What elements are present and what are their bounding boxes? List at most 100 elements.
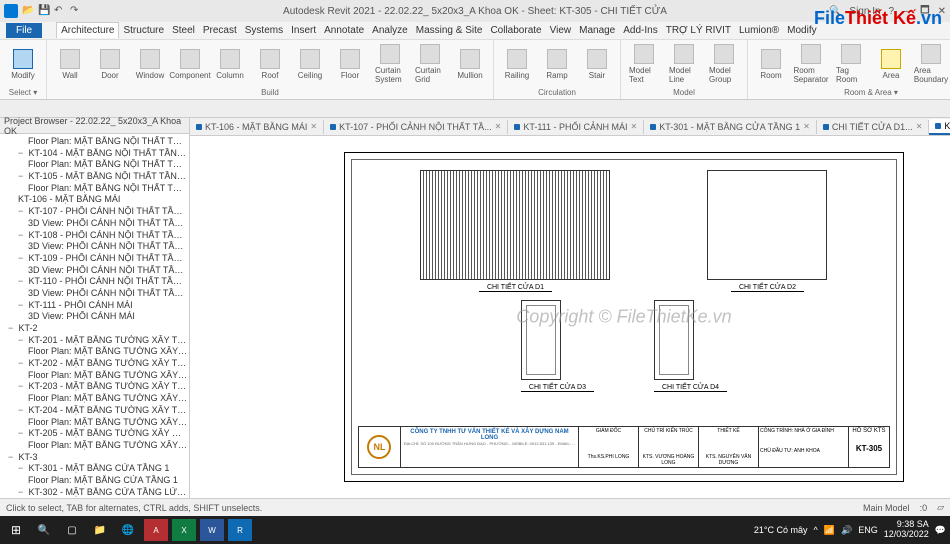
tree-node[interactable]: − KT-201 - MẶT BẰNG TƯỜNG XÂY TẦNG 1 xyxy=(2,335,187,347)
model-line-button[interactable]: Model Line xyxy=(665,42,703,86)
drawing-canvas[interactable]: CHI TIẾT CỬA D1 CHI TIẾT CỬA D2 CHI TIẾT… xyxy=(190,136,950,498)
ceiling-button[interactable]: Ceiling xyxy=(291,47,329,82)
close-tab-icon[interactable]: ✕ xyxy=(631,122,638,131)
file-menu[interactable]: File xyxy=(6,23,42,38)
view-tab[interactable]: KT-106 - MẶT BẰNG MÁI✕ xyxy=(190,120,324,134)
close-tab-icon[interactable]: ✕ xyxy=(803,122,810,131)
tag-room-button[interactable]: Tag Room xyxy=(832,42,870,86)
autocad-icon[interactable]: A xyxy=(144,519,168,541)
tree-node[interactable]: Floor Plan: MẶT BẰNG TƯỜNG XÂY MÁI xyxy=(2,440,187,452)
tree-node[interactable]: − KT-3 xyxy=(2,452,187,464)
model-text-button[interactable]: Model Text xyxy=(625,42,663,86)
tree-node[interactable]: − KT-2 xyxy=(2,323,187,335)
tree-node[interactable]: Floor Plan: MẶT BẰNG NỘI THẤT TẦNG 2 xyxy=(2,136,187,148)
roof-button[interactable]: Roof xyxy=(251,47,289,82)
tree-node[interactable]: − KT-105 - MẶT BẰNG NỘI THẤT TẦNG 3 xyxy=(2,171,187,183)
tree-node[interactable]: − KT-107 - PHỐI CẢNH NỘI THẤT TẦNG 1 xyxy=(2,206,187,218)
tree-node[interactable]: Floor Plan: MẶT BẰNG CỬA TẦNG 1 xyxy=(2,475,187,487)
tree-node[interactable]: Floor Plan: MẶT BẰNG TƯỜNG XÂY TẦNG 3 xyxy=(2,417,187,429)
mullion-button[interactable]: Mullion xyxy=(451,47,489,82)
view-tab[interactable]: CHI TIẾT CỬA D1...✕ xyxy=(817,120,930,134)
area-bound-button[interactable]: Area Boundary xyxy=(912,42,950,86)
sheet-number: KT-305 xyxy=(850,444,888,453)
explorer-icon[interactable]: 📁 xyxy=(88,519,112,541)
revit-taskbar-icon[interactable]: R xyxy=(228,519,252,541)
qat-redo-icon[interactable]: ↷ xyxy=(70,5,82,17)
area-button[interactable]: Area xyxy=(872,47,910,82)
ribbon-tab-view[interactable]: View xyxy=(546,23,576,38)
tree-node[interactable]: − KT-108 - PHỐI CẢNH NỘI THẤT TẦNG LỬNG xyxy=(2,230,187,242)
ribbon-tab-analyze[interactable]: Analyze xyxy=(368,23,412,38)
ribbon-tab-insert[interactable]: Insert xyxy=(287,23,320,38)
tree-node[interactable]: KT-106 - MẶT BẰNG MÁI xyxy=(2,194,187,206)
tree-node[interactable]: Floor Plan: MẶT BẰNG TƯỜNG XÂY TẦNG LỬNG xyxy=(2,370,187,382)
room-sep-button[interactable]: Room Separator xyxy=(792,42,830,86)
view-tab[interactable]: KT-301 - MẶT BẰNG CỬA TẦNG 1✕ xyxy=(644,120,817,134)
view-tab[interactable]: KT-107 - PHỐI CẢNH NỘI THẤT TẦ...✕ xyxy=(324,120,508,134)
curtain-system-button[interactable]: Curtain System xyxy=(371,42,409,86)
tree-node[interactable]: 3D View: PHỐI CẢNH NỘI THẤT TẦNG LỬNG xyxy=(2,241,187,253)
view-tab[interactable]: KT-305 - CHI TIẾT CỬA✕ xyxy=(929,119,950,135)
ribbon-tab-systems[interactable]: Systems xyxy=(241,23,287,38)
curtain-grid-button[interactable]: Curtain Grid xyxy=(411,42,449,86)
ramp-button[interactable]: Ramp xyxy=(538,47,576,82)
tree-node[interactable]: 3D View: PHỐI CẢNH NỘI THẤT TẦNG 2 xyxy=(2,265,187,277)
modify-button[interactable]: Modify xyxy=(4,47,42,82)
close-tab-icon[interactable]: ✕ xyxy=(495,122,502,131)
chrome-icon[interactable]: 🌐 xyxy=(116,519,140,541)
ribbon-tab-architecture[interactable]: Architecture xyxy=(56,22,119,38)
tree-node[interactable]: − KT-109 - PHỐI CẢNH NỘI THẤT TẦNG 2 xyxy=(2,253,187,265)
filter-icon[interactable]: ▱ xyxy=(937,502,944,513)
close-tab-icon[interactable]: ✕ xyxy=(310,122,317,131)
tree-node[interactable]: 3D View: PHỐI CẢNH MÁI xyxy=(2,311,187,323)
ribbon-tab-precast[interactable]: Precast xyxy=(199,23,241,38)
component-button[interactable]: Component xyxy=(171,47,209,82)
ribbon-tab-lumion-[interactable]: Lumion® xyxy=(735,23,783,38)
tree-node[interactable]: − KT-202 - MẶT BẰNG TƯỜNG XÂY TẦNG LỬNG xyxy=(2,358,187,370)
qat-save-icon[interactable]: 💾 xyxy=(38,5,50,17)
word-icon[interactable]: W xyxy=(200,519,224,541)
qat-undo-icon[interactable]: ↶ xyxy=(54,5,66,17)
ribbon-tab-structure[interactable]: Structure xyxy=(119,23,168,38)
column-button[interactable]: Column xyxy=(211,47,249,82)
tree-node[interactable]: 3D View: PHỐI CẢNH NỘI THẤT TẦNG 3 xyxy=(2,288,187,300)
tree-node[interactable]: − KT-111 - PHỐI CẢNH MÁI xyxy=(2,300,187,312)
stair-button[interactable]: Stair xyxy=(578,47,616,82)
window-button[interactable]: Window xyxy=(131,47,169,82)
ribbon-tab-collaborate[interactable]: Collaborate xyxy=(486,23,545,38)
tree-node[interactable]: Floor Plan: MẶT BẰNG TƯỜNG XÂY TẦNG 1 xyxy=(2,346,187,358)
ribbon-tab-annotate[interactable]: Annotate xyxy=(320,23,368,38)
close-tab-icon[interactable]: ✕ xyxy=(916,122,923,131)
start-button[interactable]: ⊞ xyxy=(4,519,28,541)
taskview-icon[interactable]: ▢ xyxy=(60,519,84,541)
model-group-button[interactable]: Model Group xyxy=(705,42,743,86)
clock-date[interactable]: 12/03/2022 xyxy=(884,530,929,540)
tree-node[interactable]: − KT-110 - PHỐI CẢNH NỘI THẤT TẦNG 3 xyxy=(2,276,187,288)
project-browser-tree[interactable]: Floor Plan: MẶT BẰNG NỘI THẤT TẦNG 2− KT… xyxy=(0,134,189,498)
railing-button[interactable]: Railing xyxy=(498,47,536,82)
tree-node[interactable]: Floor Plan: MẶT BẰNG NỘI THẤT TẦNG 3 xyxy=(2,183,187,195)
tree-node[interactable]: − KT-302 - MẶT BẰNG CỬA TẦNG LỬNG xyxy=(2,487,187,498)
ribbon-tab-massing-site[interactable]: Massing & Site xyxy=(412,23,487,38)
tree-node[interactable]: − KT-203 - MẶT BẰNG TƯỜNG XÂY TẦNG 2 xyxy=(2,381,187,393)
door-button[interactable]: Door xyxy=(91,47,129,82)
workset-label[interactable]: Main Model xyxy=(863,503,910,513)
ribbon-tab-steel[interactable]: Steel xyxy=(168,23,199,38)
tree-node[interactable]: − KT-104 - MẶT BẰNG NỘI THẤT TẦNG LỬNG xyxy=(2,148,187,160)
room-button[interactable]: Room xyxy=(752,47,790,82)
excel-icon[interactable]: X xyxy=(172,519,196,541)
tree-node[interactable]: − KT-204 - MẶT BẰNG TƯỜNG XÂY TẦNG 3 xyxy=(2,405,187,417)
tree-node[interactable]: − KT-205 - MẶT BẰNG TƯỜNG XÂY MÁI xyxy=(2,428,187,440)
view-tab[interactable]: KT-111 - PHỐI CẢNH MÁI✕ xyxy=(508,120,644,134)
tree-node[interactable]: Floor Plan: MẶT BẰNG NỘI THẤT TẦNG LỬNG xyxy=(2,159,187,171)
tree-node[interactable]: − KT-301 - MẶT BẰNG CỬA TẦNG 1 xyxy=(2,463,187,475)
tree-node[interactable]: 3D View: PHỐI CẢNH NỘI THẤT TẦNG 1 xyxy=(2,218,187,230)
wall-button[interactable]: Wall xyxy=(51,47,89,82)
ribbon-tab-add-ins[interactable]: Add-Ins xyxy=(619,23,661,38)
ribbon-tab-tr-l-rivit[interactable]: TRỢ LÝ RIVIT xyxy=(662,23,735,38)
qat-open-icon[interactable]: 📂 xyxy=(22,5,34,17)
tree-node[interactable]: Floor Plan: MẶT BẰNG TƯỜNG XÂY TẦNG 2 xyxy=(2,393,187,405)
floor-button[interactable]: Floor xyxy=(331,47,369,82)
ribbon-tab-manage[interactable]: Manage xyxy=(575,23,619,38)
search-taskbar-icon[interactable]: 🔍 xyxy=(32,519,56,541)
